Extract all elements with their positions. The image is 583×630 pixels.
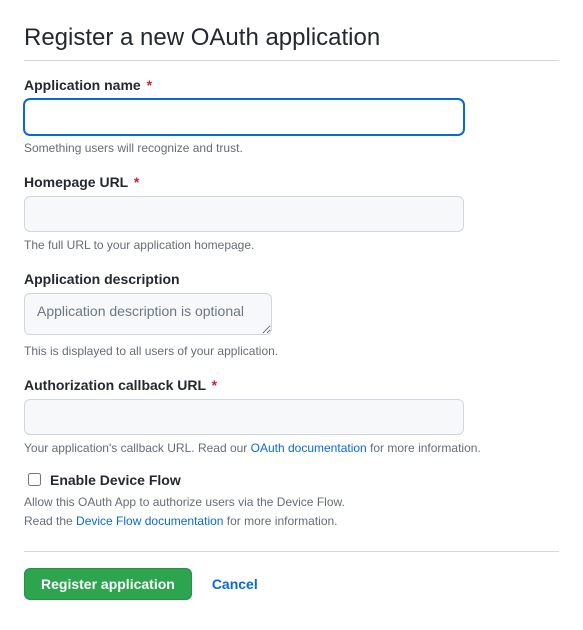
callback-url-input[interactable] [24,399,464,435]
application-name-input[interactable] [24,99,464,135]
homepage-url-hint: The full URL to your application homepag… [24,238,559,255]
device-flow-hint: Allow this OAuth App to authorize users … [24,493,559,531]
oauth-documentation-link[interactable]: OAuth documentation [251,441,367,455]
field-application-name: Application name * Something users will … [24,77,559,158]
application-description-input[interactable] [24,293,272,335]
application-description-label: Application description [24,271,559,287]
device-flow-documentation-link[interactable]: Device Flow documentation [76,514,223,528]
label-text: Application name [24,77,141,93]
label-text: Homepage URL [24,174,128,190]
hint-text: Your application's callback URL. Read ou… [24,441,251,455]
homepage-url-input[interactable] [24,196,464,232]
device-flow-row: Enable Device Flow [24,470,559,489]
hint-text: for more information. [223,514,337,528]
page-title: Register a new OAuth application [24,24,559,61]
register-application-button[interactable]: Register application [24,568,192,600]
form-actions: Register application Cancel [24,568,559,600]
divider [24,551,559,552]
application-name-label: Application name * [24,77,559,93]
callback-url-label: Authorization callback URL * [24,377,559,393]
cancel-button[interactable]: Cancel [212,576,258,592]
required-mark-icon: * [212,377,217,393]
homepage-url-label: Homepage URL * [24,174,559,190]
field-homepage-url: Homepage URL * The full URL to your appl… [24,174,559,255]
field-callback-url: Authorization callback URL * Your applic… [24,377,559,458]
enable-device-flow-checkbox[interactable] [28,473,41,486]
label-text: Authorization callback URL [24,377,206,393]
hint-text: Read the Device Flow documentation for m… [24,512,559,531]
application-name-hint: Something users will recognize and trust… [24,141,559,158]
required-mark-icon: * [134,174,139,190]
field-application-description: Application description This is displaye… [24,271,559,361]
hint-text: for more information. [367,441,481,455]
callback-url-hint: Your application's callback URL. Read ou… [24,441,559,458]
hint-text: Read the [24,514,76,528]
required-mark-icon: * [147,77,152,93]
enable-device-flow-label: Enable Device Flow [50,472,181,488]
hint-text: Allow this OAuth App to authorize users … [24,493,559,512]
label-text: Application description [24,271,180,287]
application-description-hint: This is displayed to all users of your a… [24,344,559,361]
